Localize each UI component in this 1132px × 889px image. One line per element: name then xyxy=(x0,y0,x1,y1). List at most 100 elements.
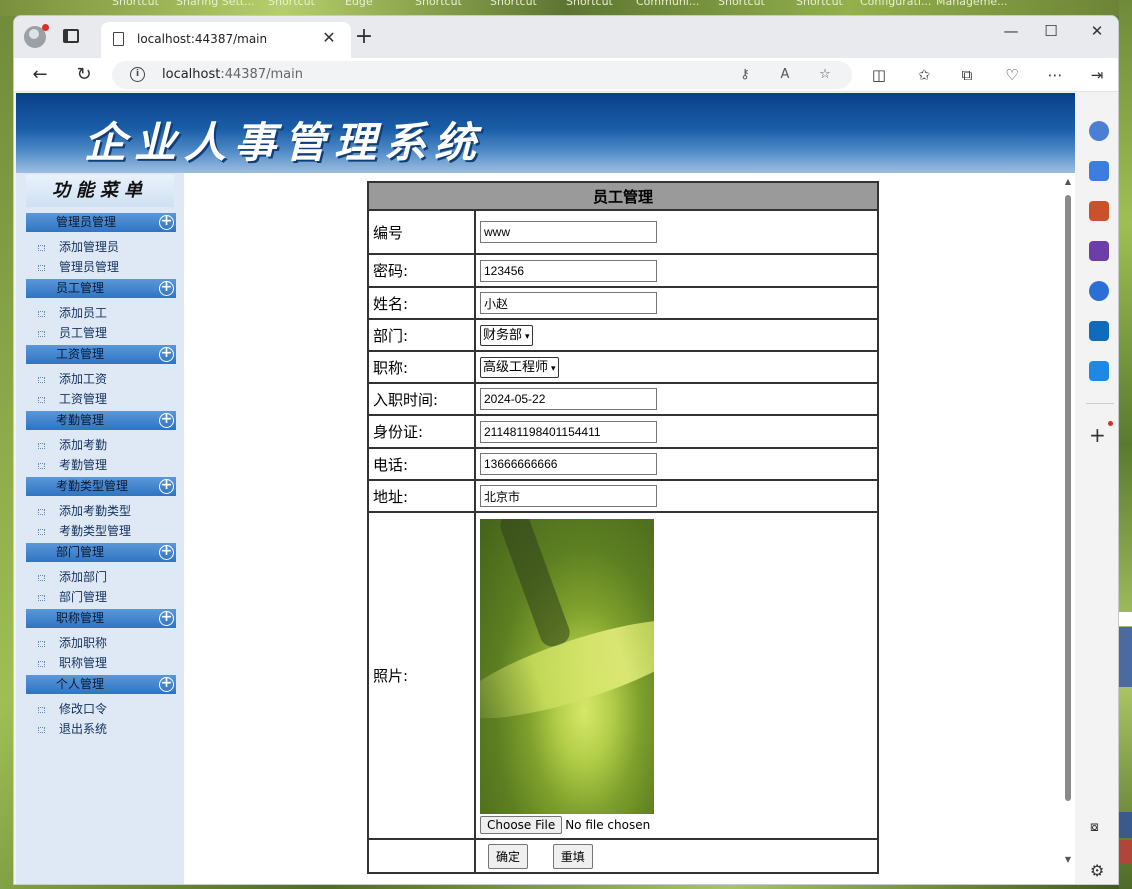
site-title: 企业人事管理系统 xyxy=(84,118,485,167)
menu-item[interactable]: 考勤管理 xyxy=(38,456,107,474)
address-bar[interactable]: i localhost:44387/main ⚷ A ☆ xyxy=(112,61,852,89)
refresh-icon[interactable]: ↻ xyxy=(71,62,97,88)
collections-icon[interactable]: ⧉ xyxy=(955,63,979,87)
expand-plus-icon[interactable]: + xyxy=(159,280,174,296)
new-tab-button[interactable]: + xyxy=(351,25,377,51)
back-arrow-icon[interactable]: ← xyxy=(27,62,53,88)
hire-date-input[interactable] xyxy=(480,388,657,410)
menu-item[interactable]: 考勤类型管理 xyxy=(38,522,131,540)
department-select[interactable]: 财务部 ▾ xyxy=(480,324,533,346)
address-input[interactable] xyxy=(480,485,657,507)
expand-plus-icon[interactable]: + xyxy=(159,544,174,560)
settings-gear-icon[interactable]: ⚙ xyxy=(1090,861,1104,880)
menu-item[interactable]: 添加考勤类型 xyxy=(38,502,131,520)
url-text[interactable]: localhost:44387/main xyxy=(162,67,303,82)
menu-item-label: 员工管理 xyxy=(59,326,108,340)
page-scrollbar[interactable]: ▲ ▼ xyxy=(1062,175,1074,884)
menu-group-personal[interactable]: 个人管理 + xyxy=(26,675,176,694)
menu-item[interactable]: 部门管理 xyxy=(38,588,107,606)
menu-item[interactable]: 工资管理 xyxy=(38,390,107,408)
desktop-label[interactable]: Communi... xyxy=(636,0,699,8)
favorite-star-icon[interactable]: ☆ xyxy=(816,66,834,84)
screenshot-icon[interactable]: ⧇ xyxy=(1090,819,1099,835)
menu-item[interactable]: 添加考勤 xyxy=(38,436,107,454)
menu-item[interactable]: 添加管理员 xyxy=(38,238,119,256)
id-card-input[interactable] xyxy=(480,420,657,443)
expand-plus-icon[interactable]: + xyxy=(159,676,174,692)
page-icon xyxy=(113,32,124,46)
desktop-label[interactable]: Shortcut xyxy=(718,0,765,8)
favorites-icon[interactable]: ✩ xyxy=(912,63,936,87)
copilot-icon[interactable] xyxy=(1089,281,1109,301)
desktop-label[interactable]: Shortcut xyxy=(112,0,159,8)
desktop-label[interactable]: Configurati... xyxy=(860,0,931,8)
background-window-edge xyxy=(1119,627,1132,687)
desktop-label[interactable]: Shortcut xyxy=(490,0,537,8)
games-icon[interactable] xyxy=(1089,241,1109,261)
desktop-label[interactable]: Shortcut xyxy=(268,0,315,8)
menu-item[interactable]: 管理员管理 xyxy=(38,258,119,276)
menu-item[interactable]: 修改口令 xyxy=(38,700,107,718)
expand-plus-icon[interactable]: + xyxy=(159,478,174,494)
menu-item[interactable]: 员工管理 xyxy=(38,324,107,342)
more-menu-icon[interactable]: ⋯ xyxy=(1043,63,1067,87)
expand-plus-icon[interactable]: + xyxy=(159,412,174,428)
profile-avatar-icon[interactable] xyxy=(24,24,49,48)
job-title-select[interactable]: 高级工程师 ▾ xyxy=(480,356,559,378)
scrollbar-thumb[interactable] xyxy=(1065,195,1071,801)
expand-plus-icon[interactable]: + xyxy=(159,346,174,362)
shopping-tag-icon[interactable] xyxy=(1089,161,1109,181)
bullet-icon xyxy=(38,330,45,337)
menu-item[interactable]: 添加职称 xyxy=(38,634,107,652)
choose-file-button[interactable]: Choose File xyxy=(480,815,563,834)
password-input[interactable] xyxy=(480,259,657,282)
desktop-label[interactable]: Shortcut xyxy=(796,0,843,8)
menu-group-attendance-type[interactable]: 考勤类型管理 + xyxy=(26,477,176,496)
add-icon[interactable]: + xyxy=(1089,423,1106,447)
menu-group-admin[interactable]: 管理员管理 + xyxy=(26,213,176,232)
name-input[interactable] xyxy=(480,292,657,314)
menu-group-job-title[interactable]: 职称管理 + xyxy=(26,609,176,628)
close-tab-icon[interactable]: ✕ xyxy=(319,28,339,48)
expand-plus-icon[interactable]: + xyxy=(159,214,174,230)
browser-essentials-icon[interactable]: ♡ xyxy=(1000,63,1024,87)
menu-group-label: 考勤管理 xyxy=(56,413,105,427)
submit-button[interactable]: 确定 xyxy=(488,843,529,869)
info-icon[interactable]: i xyxy=(130,67,145,82)
close-window-button[interactable]: ✕ xyxy=(1077,22,1117,40)
menu-group-employee[interactable]: 员工管理 + xyxy=(26,279,176,298)
read-aloud-icon[interactable]: A xyxy=(776,66,794,84)
scroll-down-arrow-icon[interactable]: ▼ xyxy=(1063,855,1073,865)
desktop-label[interactable]: Shortcut xyxy=(566,0,613,8)
menu-item[interactable]: 添加员工 xyxy=(38,304,107,322)
scroll-up-arrow-icon[interactable]: ▲ xyxy=(1063,177,1073,187)
send-icon[interactable] xyxy=(1089,361,1109,381)
desktop-label[interactable]: Edge xyxy=(345,0,373,8)
key-icon[interactable]: ⚷ xyxy=(736,66,754,84)
phone-input[interactable] xyxy=(480,453,657,475)
split-screen-icon[interactable]: ◫ xyxy=(867,63,891,87)
expand-plus-icon[interactable]: + xyxy=(159,610,174,626)
minimize-button[interactable]: — xyxy=(991,22,1031,40)
menu-item[interactable]: 职称管理 xyxy=(38,654,107,672)
menu-group-salary[interactable]: 工资管理 + xyxy=(26,345,176,364)
tab-actions-icon[interactable] xyxy=(63,29,79,43)
menu-item[interactable]: 退出系统 xyxy=(38,720,107,738)
desktop-label[interactable]: Manageme... xyxy=(936,0,1008,8)
desktop-label[interactable]: Shortcut xyxy=(415,0,462,8)
search-icon[interactable] xyxy=(1089,121,1109,141)
sidebar-toggle-icon[interactable]: ⇥ xyxy=(1085,63,1109,87)
employee-id-input[interactable] xyxy=(480,221,657,243)
field-label: 姓名: xyxy=(367,286,476,320)
menu-item[interactable]: 添加工资 xyxy=(38,370,107,388)
desktop-label[interactable]: Sharing Sett... xyxy=(176,0,255,8)
menu-item[interactable]: 添加部门 xyxy=(38,568,107,586)
tools-icon[interactable] xyxy=(1089,201,1109,221)
maximize-button[interactable]: ☐ xyxy=(1031,22,1071,40)
browser-tab[interactable]: localhost:44387/main ✕ xyxy=(101,22,351,58)
menu-group-department[interactable]: 部门管理 + xyxy=(26,543,176,562)
reset-button[interactable]: 重填 xyxy=(552,843,593,869)
url-host: localhost xyxy=(162,67,221,82)
menu-group-attendance[interactable]: 考勤管理 + xyxy=(26,411,176,430)
outlook-icon[interactable] xyxy=(1089,321,1109,341)
